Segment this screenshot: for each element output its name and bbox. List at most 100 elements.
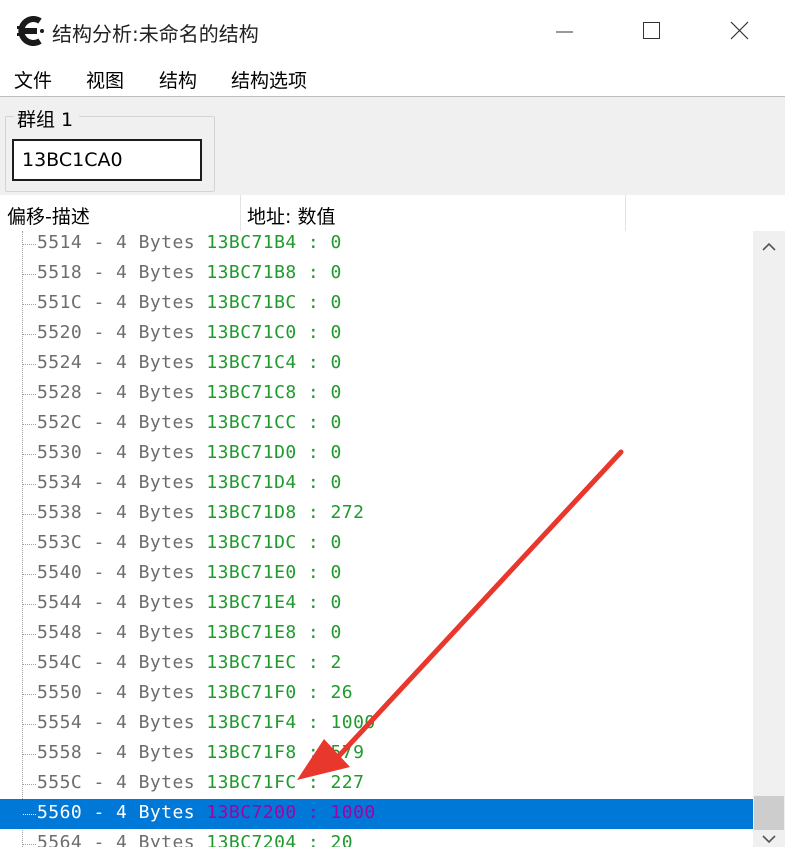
row-address: 13BC7200 xyxy=(206,802,297,823)
group-address-input[interactable]: 13BC1CA0 xyxy=(12,139,202,181)
maximize-button[interactable] xyxy=(608,0,696,62)
column-divider[interactable] xyxy=(625,195,626,231)
row-text: 5518 - 4 Bytes 13BC71B8 : 0 xyxy=(37,262,342,283)
group-panel: 群组 1 13BC1CA0 xyxy=(0,96,785,197)
row-address: 13BC71F0 xyxy=(206,682,297,703)
title-bar: 结构分析:未命名的结构 xyxy=(0,0,787,62)
tree-row[interactable]: 552C - 4 Bytes 13BC71CC : 0 xyxy=(0,409,753,439)
row-gap xyxy=(195,472,206,493)
tree-row[interactable]: 5528 - 4 Bytes 13BC71C8 : 0 xyxy=(0,379,753,409)
row-type: 4 Bytes xyxy=(116,502,196,523)
tree-row[interactable]: 5550 - 4 Bytes 13BC71F0 : 26 xyxy=(0,679,753,709)
row-type: 4 Bytes xyxy=(116,322,196,343)
menu-view[interactable]: 视图 xyxy=(86,66,124,93)
scroll-down-icon[interactable] xyxy=(753,831,785,847)
tree-branch-line xyxy=(23,754,36,755)
row-gap xyxy=(195,232,206,253)
row-text: 5530 - 4 Bytes 13BC71D0 : 0 xyxy=(37,442,342,463)
tree-row[interactable]: 5520 - 4 Bytes 13BC71C0 : 0 xyxy=(0,319,753,349)
row-offset: 5528 xyxy=(37,382,83,403)
row-address: 13BC71E0 xyxy=(206,562,297,583)
row-gap xyxy=(195,292,206,313)
menu-structure[interactable]: 结构 xyxy=(159,66,197,93)
row-address: 13BC71E8 xyxy=(206,622,297,643)
menu-structure-options[interactable]: 结构选项 xyxy=(231,66,307,93)
row-address: 13BC71F8 xyxy=(206,742,297,763)
tree-row[interactable]: 5534 - 4 Bytes 13BC71D4 : 0 xyxy=(0,469,753,499)
row-value: 0 xyxy=(330,562,342,583)
row-value: 0 xyxy=(330,622,342,643)
row-separator: - xyxy=(82,232,117,253)
tree-row[interactable]: 5538 - 4 Bytes 13BC71D8 : 272 xyxy=(0,499,753,529)
row-type: 4 Bytes xyxy=(116,532,196,553)
row-address: 13BC71C4 xyxy=(206,352,297,373)
minimize-icon xyxy=(556,31,573,33)
scroll-up-icon[interactable] xyxy=(753,231,785,261)
row-colon: : xyxy=(296,442,331,463)
tree-row[interactable]: 554C - 4 Bytes 13BC71EC : 2 xyxy=(0,649,753,679)
row-offset: 5560 xyxy=(37,802,83,823)
row-value: 0 xyxy=(330,262,342,283)
row-text: 5520 - 4 Bytes 13BC71C0 : 0 xyxy=(37,322,342,343)
tree-row[interactable]: 5518 - 4 Bytes 13BC71B8 : 0 xyxy=(0,259,753,289)
row-gap xyxy=(195,442,206,463)
row-separator: - xyxy=(82,322,117,343)
row-colon: : xyxy=(296,262,331,283)
scroll-thumb[interactable] xyxy=(754,796,784,830)
tree-branch-line xyxy=(23,604,36,605)
row-value: 1000 xyxy=(330,712,376,733)
row-separator: - xyxy=(82,622,117,643)
tree-row[interactable]: 5558 - 4 Bytes 13BC71F8 : 579 xyxy=(0,739,753,769)
tree-branch-line xyxy=(23,784,36,785)
row-value: 272 xyxy=(330,502,365,523)
tree-row[interactable]: 5554 - 4 Bytes 13BC71F4 : 1000 xyxy=(0,709,753,739)
row-gap xyxy=(195,832,206,847)
vertical-scrollbar[interactable] xyxy=(753,231,785,847)
tree-row[interactable]: 555C - 4 Bytes 13BC71FC : 227 xyxy=(0,769,753,799)
tree-row[interactable]: 553C - 4 Bytes 13BC71DC : 0 xyxy=(0,529,753,559)
row-offset: 551C xyxy=(37,292,83,313)
row-colon: : xyxy=(296,502,331,523)
tree-row[interactable]: 5564 - 4 Bytes 13BC7204 : 20 xyxy=(0,829,753,847)
row-gap xyxy=(195,592,206,613)
row-separator: - xyxy=(82,262,117,283)
row-text: 5560 - 4 Bytes 13BC7200 : 1000 xyxy=(37,802,376,823)
tree-branch-line xyxy=(23,514,36,515)
tree-branch-line xyxy=(23,814,36,815)
close-button[interactable] xyxy=(696,0,784,62)
row-value: 0 xyxy=(330,232,342,253)
row-separator: - xyxy=(82,652,117,673)
row-gap xyxy=(195,352,206,373)
column-address-value[interactable]: 地址: 数值 xyxy=(247,202,335,229)
row-text: 553C - 4 Bytes 13BC71DC : 0 xyxy=(37,532,342,553)
row-address: 13BC71E4 xyxy=(206,592,297,613)
menu-file[interactable]: 文件 xyxy=(14,66,52,93)
tree-row[interactable]: 5548 - 4 Bytes 13BC71E8 : 0 xyxy=(0,619,753,649)
row-address: 13BC71C8 xyxy=(206,382,297,403)
row-type: 4 Bytes xyxy=(116,232,196,253)
row-offset: 552C xyxy=(37,412,83,433)
row-offset: 554C xyxy=(37,652,83,673)
row-address: 13BC71FC xyxy=(206,772,297,793)
row-separator: - xyxy=(82,442,117,463)
minimize-button[interactable] xyxy=(520,0,608,62)
tree-row[interactable]: 5540 - 4 Bytes 13BC71E0 : 0 xyxy=(0,559,753,589)
row-gap xyxy=(195,412,206,433)
row-type: 4 Bytes xyxy=(116,292,196,313)
row-text: 555C - 4 Bytes 13BC71FC : 227 xyxy=(37,772,364,793)
row-value: 0 xyxy=(330,472,342,493)
row-type: 4 Bytes xyxy=(116,682,196,703)
tree-row[interactable]: 5544 - 4 Bytes 13BC71E4 : 0 xyxy=(0,589,753,619)
tree-row[interactable]: 5560 - 4 Bytes 13BC7200 : 1000 xyxy=(0,799,753,829)
tree-branch-line xyxy=(23,664,36,665)
tree-row[interactable]: 551C - 4 Bytes 13BC71BC : 0 xyxy=(0,289,753,319)
column-offset-description[interactable]: 偏移-描述 xyxy=(7,202,90,229)
tree-row[interactable]: 5514 - 4 Bytes 13BC71B4 : 0 xyxy=(0,231,753,259)
tree-row[interactable]: 5530 - 4 Bytes 13BC71D0 : 0 xyxy=(0,439,753,469)
row-text: 5528 - 4 Bytes 13BC71C8 : 0 xyxy=(37,382,342,403)
column-divider[interactable] xyxy=(240,195,241,231)
row-type: 4 Bytes xyxy=(116,352,196,373)
tree-row[interactable]: 5524 - 4 Bytes 13BC71C4 : 0 xyxy=(0,349,753,379)
row-colon: : xyxy=(296,352,331,373)
row-colon: : xyxy=(296,712,331,733)
